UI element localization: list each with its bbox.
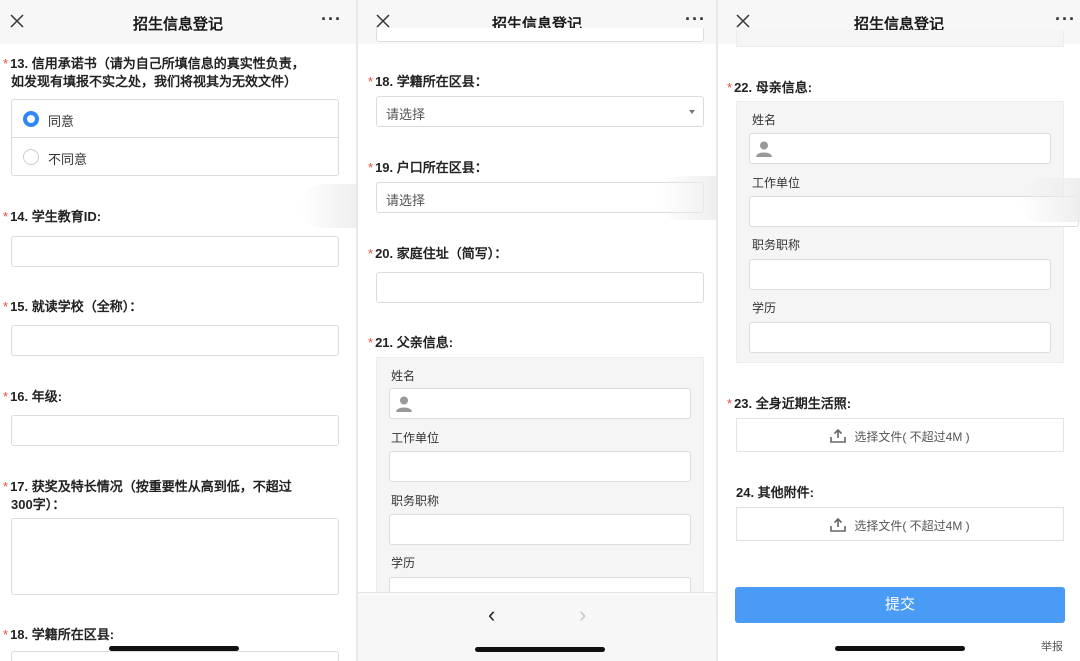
address-input[interactable]	[376, 272, 704, 303]
mother-name-input[interactable]	[749, 133, 1051, 164]
question-24-label: 24. 其他附件:	[736, 485, 815, 500]
question-15-label: * 15. 就读学校（全称）：	[3, 299, 143, 314]
school-input[interactable]	[11, 325, 339, 356]
awards-textarea[interactable]	[11, 518, 339, 595]
form-screen-3: 招生信息登记 ··· * 22. 母亲信息: 姓名 工作单位 职务职称 学历 * 2…	[718, 0, 1080, 661]
school-district-select[interactable]: 请选择	[376, 96, 704, 127]
option-agree[interactable]: 同意	[11, 99, 339, 138]
report-link[interactable]: 举报	[1041, 638, 1063, 654]
select-value: 请选择	[386, 193, 426, 208]
father-title-label: 职务职称	[391, 494, 440, 508]
nav-bar: 招生信息登记 ···	[0, 0, 356, 44]
father-employer-label: 工作单位	[391, 431, 440, 445]
submit-button[interactable]: 提交	[735, 587, 1065, 623]
father-name-label: 姓名	[391, 369, 416, 383]
browser-toolbar: ‹ ›	[358, 592, 716, 661]
father-name-input[interactable]	[389, 388, 691, 419]
more-menu-icon[interactable]: ···	[685, 9, 706, 30]
option-label: 同意	[48, 114, 75, 129]
upload-label: 选择文件( 不超过4M )	[854, 519, 970, 533]
district-select-partial[interactable]	[11, 651, 339, 661]
person-icon	[396, 396, 412, 412]
father-info-group: 姓名 工作单位 职务职称 学历	[376, 357, 704, 608]
option-disagree[interactable]: 不同意	[11, 137, 339, 176]
previous-field-partial[interactable]	[376, 28, 704, 42]
more-menu-icon[interactable]: ···	[321, 9, 342, 30]
father-employer-input[interactable]	[389, 451, 691, 482]
home-indicator	[109, 646, 239, 651]
question-20-label: * 20. 家庭住址（简写）：	[368, 246, 508, 261]
upload-icon	[830, 429, 847, 443]
floating-overlay	[1020, 178, 1080, 222]
forward-arrow-icon[interactable]: ›	[579, 602, 586, 628]
floating-overlay	[300, 184, 356, 228]
page-title: 招生信息登记	[132, 16, 223, 33]
mother-education-label: 学历	[752, 301, 777, 315]
grade-input[interactable]	[11, 415, 339, 446]
mother-employer-label: 工作单位	[752, 176, 801, 190]
person-icon	[756, 141, 772, 157]
floating-overlay	[658, 176, 716, 220]
question-13-label: * 13. 信用承诺书（请为自己所填信息的真实性负责， 如发现有填报不实之处，我们…	[3, 56, 305, 89]
select-value: 请选择	[386, 107, 426, 122]
question-22-label: * 22. 母亲信息:	[727, 80, 813, 95]
upload-icon	[830, 518, 847, 532]
radio-unchecked-icon[interactable]	[23, 149, 39, 165]
father-education-label: 学历	[391, 556, 416, 570]
form-screen-1: 招生信息登记 ··· * 13. 信用承诺书（请为自己所填信息的真实性负责， 如发…	[0, 0, 356, 661]
chevron-down-icon	[689, 110, 695, 114]
mother-education-input[interactable]	[749, 322, 1051, 353]
home-indicator	[835, 646, 965, 651]
mother-title-label: 职务职称	[752, 238, 801, 252]
question-17-label: * 17. 获奖及特长情况（按重要性从高到低，不超过 300字）：	[3, 479, 292, 512]
question-21-label: * 21. 父亲信息:	[368, 335, 454, 350]
question-16-label: * 16. 年级:	[3, 389, 63, 404]
question-19-label: * 19. 户口所在区县：	[368, 160, 488, 175]
home-indicator	[475, 647, 605, 652]
upload-label: 选择文件( 不超过4M )	[854, 430, 970, 444]
mother-title-input[interactable]	[749, 259, 1051, 290]
attachment-upload-button[interactable]: 选择文件( 不超过4M )	[736, 507, 1064, 541]
photo-upload-button[interactable]: 选择文件( 不超过4M )	[736, 418, 1064, 452]
mother-info-group: 姓名 工作单位 职务职称 学历	[736, 101, 1079, 363]
question-14-label: * 14. 学生教育ID:	[3, 209, 102, 224]
hukou-district-select[interactable]: 请选择	[376, 182, 704, 213]
question-23-label: * 23. 全身近期生活照:	[727, 396, 852, 411]
previous-group-partial	[736, 30, 1064, 47]
education-id-input[interactable]	[11, 236, 339, 267]
form-screen-2: 招生信息登记 ··· * 18. 学籍所在区县： 请选择 * 19. 户口所在区县：…	[358, 0, 716, 661]
option-label: 不同意	[48, 152, 88, 167]
father-title-input[interactable]	[389, 514, 691, 545]
required-mark: *	[3, 56, 9, 71]
mother-name-label: 姓名	[752, 113, 777, 127]
back-arrow-icon[interactable]: ‹	[488, 602, 495, 628]
more-menu-icon[interactable]: ···	[1055, 9, 1076, 30]
question-18-label: * 18. 学籍所在区县：	[368, 74, 488, 89]
radio-checked-icon[interactable]	[23, 111, 39, 127]
question-18-label: * 18. 学籍所在区县:	[3, 627, 115, 642]
